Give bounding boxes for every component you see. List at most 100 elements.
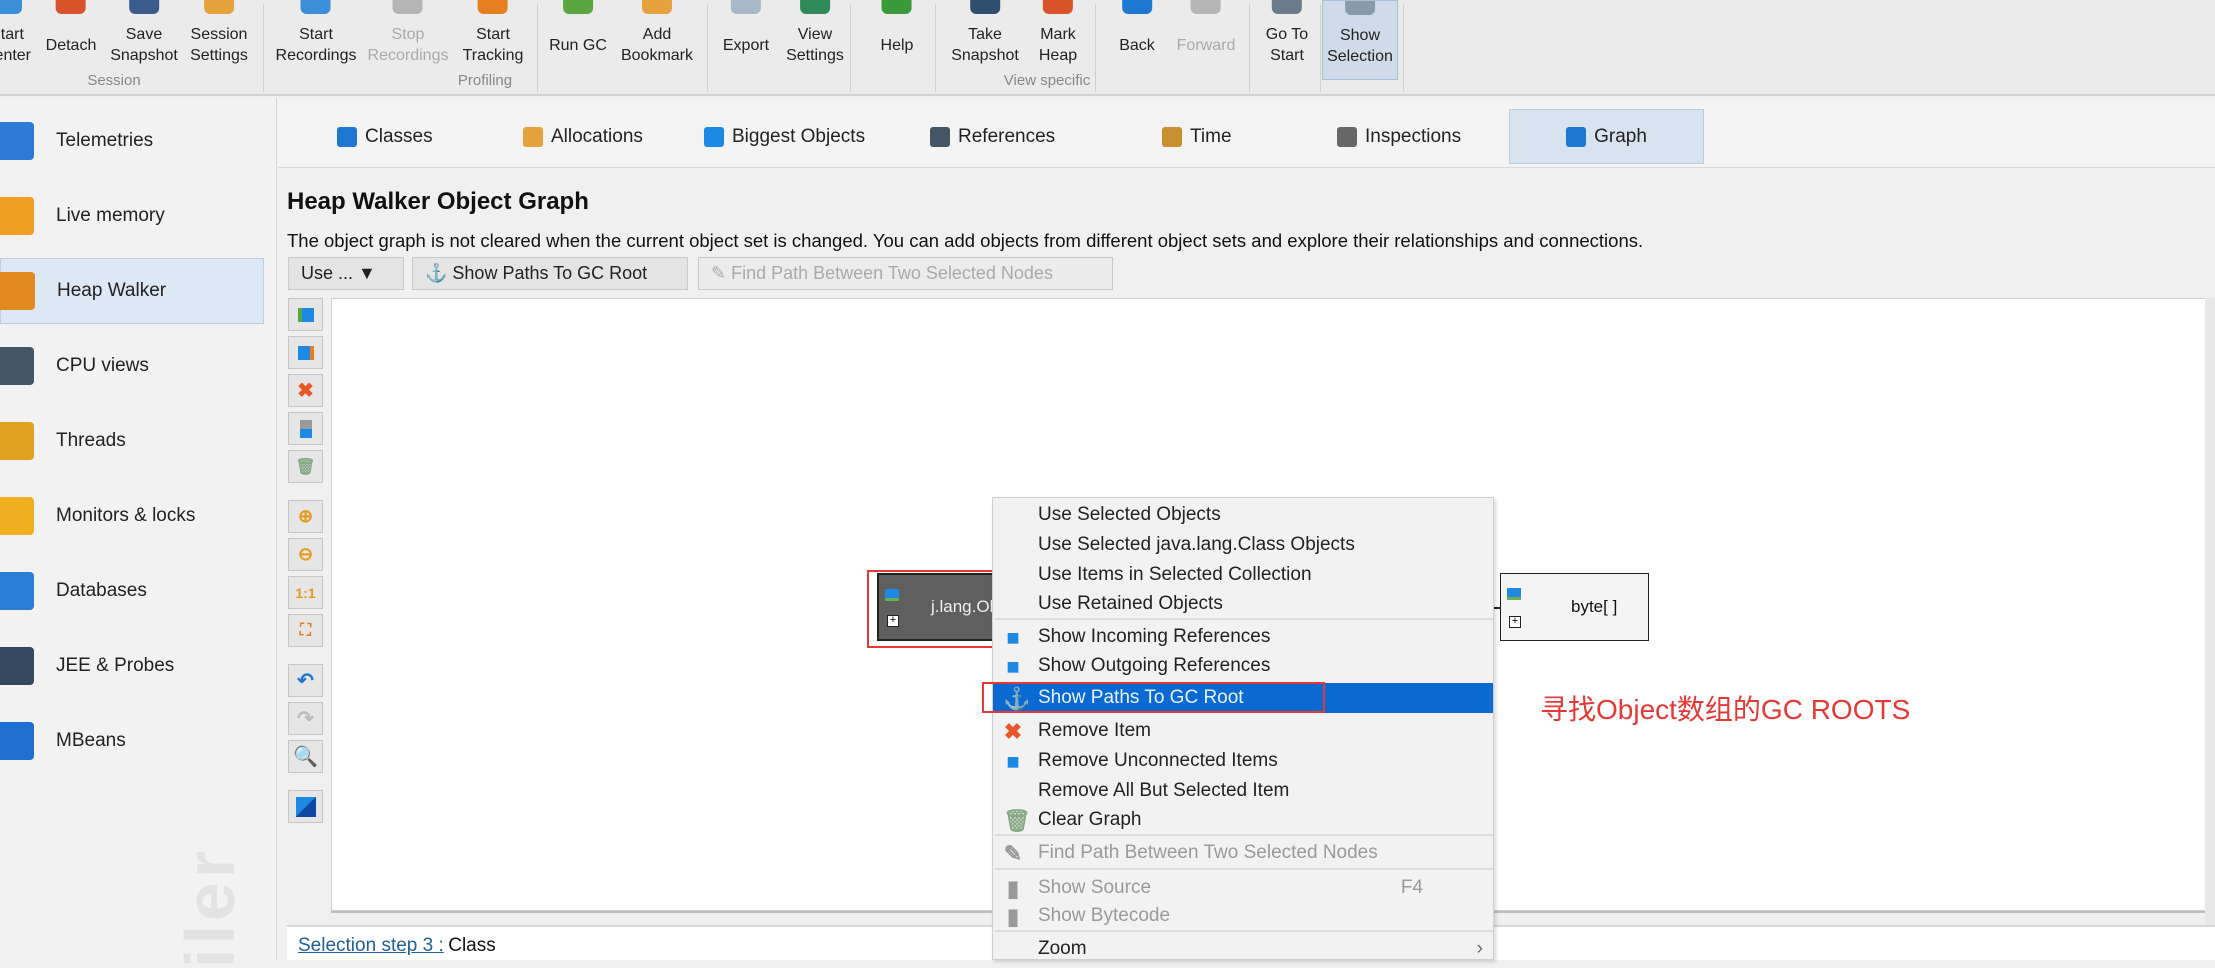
- page-description: The object graph is not cleared when the…: [287, 230, 1644, 251]
- toolbar-button-detach[interactable]: Detach: [46, 0, 96, 80]
- tab-label: Allocations: [551, 125, 643, 147]
- sidebar-item-live-memory[interactable]: Live memory: [0, 183, 264, 249]
- sidebar-item-label: Heap Walker: [57, 280, 167, 301]
- toolbar-group-label: Profiling: [457, 72, 513, 89]
- toolbar-separator: [537, 4, 538, 92]
- menu-item-clear-graph[interactable]: 🗑 Clear Graph: [993, 805, 1493, 835]
- sidebar-item-databases[interactable]: Databases: [0, 558, 264, 624]
- button-label: Center: [0, 47, 32, 64]
- menu-item-show-incoming-references[interactable]: ■ Show Incoming References: [993, 622, 1493, 652]
- sidebar-item-mbeans[interactable]: MBeans: [0, 708, 264, 774]
- menu-item-label: Use Items in Selected Collection: [1038, 564, 1312, 585]
- add-bookmark-icon: [642, 0, 672, 14]
- graph-icon: [1566, 126, 1587, 147]
- tab-label: Time: [1190, 125, 1232, 147]
- selection-step-link[interactable]: Selection step 3 :: [298, 935, 444, 956]
- tab-label: References: [958, 125, 1056, 147]
- fit-to-window-tool[interactable]: ⛶: [288, 614, 323, 647]
- trash-icon: 🗑: [1003, 808, 1031, 833]
- sidebar-item-heap-walker[interactable]: Heap Walker: [0, 258, 264, 324]
- toolbar-button-session-settings[interactable]: Session Settings: [190, 0, 248, 80]
- export-icon: [731, 0, 761, 14]
- menu-item-use-selected-java-lang-class-objects[interactable]: Use Selected java.lang.Class Objects: [993, 530, 1493, 560]
- show-selection-tool[interactable]: [288, 790, 323, 823]
- toolbar-button-view-settings[interactable]: View Settings: [786, 0, 844, 80]
- outgoing-references-tool[interactable]: [288, 336, 323, 369]
- toolbar-button-start-center[interactable]: Start Center: [0, 0, 31, 80]
- undo-icon: ↶: [297, 670, 314, 692]
- vertical-scrollbar[interactable]: [2205, 298, 2215, 960]
- toolbar-button-back[interactable]: Back: [1119, 0, 1155, 80]
- menu-item-show-outgoing-references[interactable]: ■ Show Outgoing References: [993, 651, 1493, 681]
- sidebar-item-threads[interactable]: Threads: [0, 408, 264, 474]
- references-icon: [930, 126, 950, 147]
- clear-graph-tool[interactable]: 🗑: [288, 450, 323, 483]
- toolbar-button-export[interactable]: Export: [723, 0, 769, 80]
- menu-item-remove-unconnected-items[interactable]: ■ Remove Unconnected Items: [993, 746, 1493, 776]
- tab-references[interactable]: References: [920, 109, 1065, 164]
- button-label: Snapshot: [110, 47, 178, 64]
- tab-inspections[interactable]: Inspections: [1327, 109, 1471, 164]
- find-tool[interactable]: 🔍: [288, 740, 323, 773]
- tab-label: Inspections: [1365, 125, 1462, 147]
- zoom-100-tool[interactable]: 1:1: [288, 576, 323, 609]
- graph-node-byte-array[interactable]: + byte[ ]: [1500, 573, 1649, 641]
- toolbar-button-show-selection[interactable]: Show Selection: [1322, 0, 1398, 80]
- tab-graph[interactable]: Graph: [1509, 109, 1704, 164]
- remove-unconnected-icon: [299, 419, 312, 438]
- button-label: Stop: [391, 26, 425, 43]
- sidebar-item-cpu-views[interactable]: CPU views: [0, 333, 264, 399]
- heap-walker-icon: [0, 272, 35, 310]
- toolbar-button-go-to-start[interactable]: Go To Start: [1266, 0, 1308, 80]
- menu-item-remove-item[interactable]: ✖ Remove Item: [993, 716, 1493, 746]
- menu-item-label: Remove All But Selected Item: [1038, 780, 1290, 801]
- zoom-in-tool[interactable]: ⊕: [288, 500, 323, 533]
- tab-biggest-objects[interactable]: Biggest Objects: [694, 109, 875, 164]
- toolbar-button-help[interactable]: Help: [881, 0, 913, 80]
- show-paths-to-gc-root-button[interactable]: ⚓ Show Paths To GC Root: [412, 257, 688, 290]
- zoom-out-tool[interactable]: ⊖: [288, 538, 323, 571]
- remove-item-tool[interactable]: ✖: [288, 374, 323, 407]
- toolbar-button-add-bookmark[interactable]: Add Bookmark: [621, 0, 693, 80]
- expand-icon[interactable]: +: [1509, 616, 1521, 628]
- submenu-chevron-icon: ›: [1476, 938, 1483, 959]
- remove-unconnected-tool[interactable]: [288, 412, 323, 445]
- redo-tool: ↷: [288, 702, 323, 735]
- source-icon: ▮: [1006, 876, 1020, 901]
- undo-tool[interactable]: ↶: [288, 664, 323, 697]
- use-dropdown-button[interactable]: Use ... ▼: [288, 257, 404, 290]
- menu-item-remove-all-but-selected-item[interactable]: Remove All But Selected Item: [993, 776, 1493, 806]
- menu-item-use-retained-objects[interactable]: Use Retained Objects: [993, 589, 1493, 619]
- sidebar-item-telemetries[interactable]: Telemetries: [0, 108, 264, 174]
- menu-item-show-source: ▮ Show Source F4: [993, 873, 1493, 903]
- menu-item-label: Clear Graph: [1038, 809, 1142, 830]
- toolbar-button-run-gc[interactable]: Run GC: [549, 0, 607, 80]
- tab-allocations[interactable]: Allocations: [513, 109, 653, 164]
- toolbar-button-start-recordings[interactable]: Start Recordings: [275, 0, 357, 80]
- sidebar-item-monitors-locks[interactable]: Monitors & locks: [0, 483, 264, 549]
- toolbar-button-save-snapshot[interactable]: Save Snapshot: [110, 0, 178, 80]
- tab-label: Graph: [1594, 125, 1647, 147]
- probes-icon: [0, 647, 34, 685]
- sidebar: iler Telemetries Live memory Heap Walker CP…: [0, 98, 277, 968]
- start-recordings-icon: [301, 0, 331, 14]
- sidebar-item-jee-probes[interactable]: JEE & Probes: [0, 633, 264, 699]
- tab-classes[interactable]: Classes: [327, 109, 443, 164]
- toolbar-button-mark-heap[interactable]: Mark Heap: [1039, 0, 1077, 80]
- toolbar-button-take-snapshot[interactable]: Take Snapshot: [951, 0, 1019, 80]
- button-label: Recordings: [275, 47, 357, 64]
- incoming-references-tool[interactable]: [288, 298, 323, 331]
- button-label: Add: [642, 26, 672, 43]
- toolbar-button-start-tracking[interactable]: Start Tracking: [463, 0, 523, 80]
- graph-toolbar: ✖ 🗑 ⊕ ⊖ 1:1 ⛶ ↶ ↷ 🔍: [288, 298, 324, 828]
- button-label: Settings: [786, 47, 844, 64]
- menu-item-use-selected-objects[interactable]: Use Selected Objects: [993, 500, 1493, 530]
- menu-item-use-items-in-selected-collection[interactable]: Use Items in Selected Collection: [993, 560, 1493, 590]
- tab-time[interactable]: Time: [1152, 109, 1242, 164]
- sidebar-item-label: Live memory: [56, 205, 165, 226]
- sidebar-item-label: Telemetries: [56, 130, 154, 151]
- start-center-icon: [0, 0, 22, 14]
- zoom-actual-size-icon: 1:1: [295, 584, 316, 601]
- stop-recordings-icon: [393, 0, 423, 14]
- button-label: Export: [722, 36, 770, 54]
